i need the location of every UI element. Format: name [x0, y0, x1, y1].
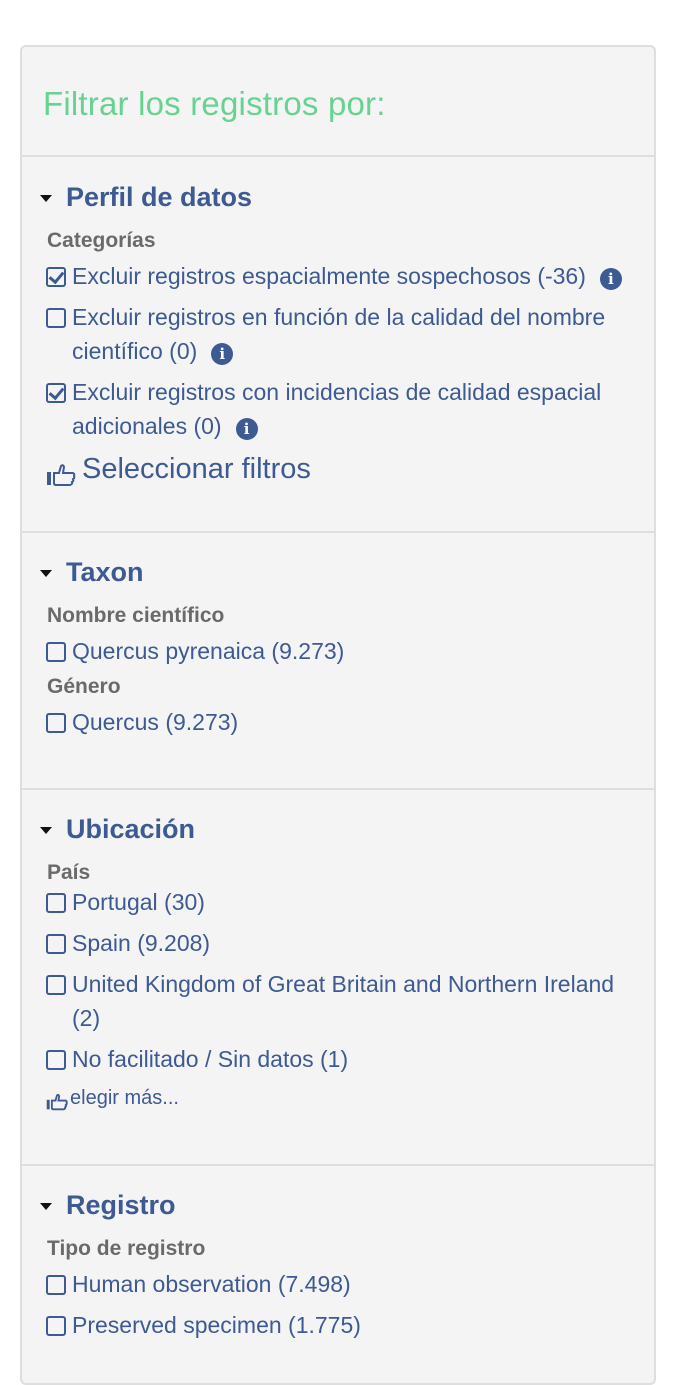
panel-header: Filtrar los registros por: [22, 47, 654, 157]
option-label: Quercus pyrenaica (9.273) [72, 638, 345, 664]
filter-option-united-kingdom[interactable]: United Kingdom of Great Britain and Nort… [22, 967, 654, 1035]
checkbox-icon[interactable] [46, 1275, 66, 1295]
caret-down-icon [40, 826, 52, 834]
section-toggle-taxon[interactable]: Taxon [22, 552, 654, 592]
filter-option-quercus-pyrenaica[interactable]: Quercus pyrenaica (9.273) [22, 634, 654, 668]
option-label: Portugal (30) [72, 889, 205, 915]
group-label-pais: País [47, 861, 91, 884]
filter-option-spatial-quality-issues[interactable]: Excluir registros con incidencias de cal… [22, 375, 654, 443]
group-label-categorias: Categorías [47, 229, 156, 252]
caret-down-icon [40, 569, 52, 577]
caret-down-icon [40, 194, 52, 202]
filter-option-spain[interactable]: Spain (9.208) [22, 926, 654, 960]
info-icon[interactable]: i [235, 418, 258, 440]
checkbox-icon[interactable] [46, 975, 66, 995]
filter-option-spatially-suspect[interactable]: Excluir registros espacialmente sospecho… [22, 259, 654, 293]
checkbox-checked-icon[interactable] [46, 267, 66, 287]
checkbox-checked-icon[interactable] [46, 383, 66, 403]
choose-more-label: elegir más... [70, 1087, 179, 1109]
select-filters-link[interactable]: Seleccionar filtros [22, 449, 654, 489]
filter-option-scientific-name-quality[interactable]: Excluir registros en función de la calid… [22, 300, 654, 368]
section-ubicacion: Ubicación País Portugal (30) Spain (9.20… [22, 790, 654, 1166]
option-label: No facilitado / Sin datos (1) [72, 1046, 349, 1072]
section-taxon: Taxon Nombre científico Quercus pyrenaic… [22, 533, 654, 790]
section-toggle-ubicacion[interactable]: Ubicación [22, 809, 654, 849]
checkbox-icon[interactable] [46, 893, 66, 913]
group-label-genero: Género [47, 675, 121, 698]
section-toggle-registro[interactable]: Registro [22, 1185, 654, 1225]
checkbox-icon[interactable] [46, 1316, 66, 1336]
filter-option-portugal[interactable]: Portugal (30) [22, 885, 654, 919]
hand-pointer-icon [46, 1090, 68, 1110]
caret-down-icon [40, 1202, 52, 1210]
option-label: United Kingdom of Great Britain and Nort… [72, 971, 615, 1031]
option-label: Spain (9.208) [72, 930, 211, 956]
choose-more-link[interactable]: elegir más... [22, 1083, 654, 1113]
checkbox-icon[interactable] [46, 934, 66, 954]
group-label-tipo-registro: Tipo de registro [47, 1237, 206, 1260]
hand-pointer-icon [46, 458, 76, 487]
checkbox-icon[interactable] [46, 1050, 66, 1070]
categories-list[interactable]: Excluir registros espacialmente sospecho… [22, 259, 654, 449]
checkbox-icon[interactable] [46, 713, 66, 733]
filter-panel: Filtrar los registros por: Perfil de dat… [20, 45, 656, 1385]
filter-option-no-data[interactable]: No facilitado / Sin datos (1) [22, 1042, 654, 1076]
option-label: Excluir registros en función de la calid… [72, 304, 606, 364]
select-filters-label: Seleccionar filtros [82, 453, 311, 485]
option-label: Quercus (9.273) [72, 709, 239, 735]
section-toggle-perfil[interactable]: Perfil de datos [22, 177, 654, 217]
filter-option-preserved-specimen[interactable]: Preserved specimen (1.775) [22, 1308, 654, 1342]
panel-title: Filtrar los registros por: [43, 85, 386, 122]
info-icon[interactable]: i [211, 343, 234, 365]
option-label: Preserved specimen (1.775) [72, 1312, 361, 1338]
checkbox-icon[interactable] [46, 642, 66, 662]
section-title: Registro [66, 1189, 176, 1220]
filter-option-quercus[interactable]: Quercus (9.273) [22, 705, 654, 739]
group-label-nombre-cientifico: Nombre científico [47, 604, 225, 627]
section-title: Perfil de datos [66, 181, 253, 212]
filter-option-human-observation[interactable]: Human observation (7.498) [22, 1267, 654, 1301]
section-registro: Registro Tipo de registro Human observat… [22, 1166, 654, 1342]
section-title: Taxon [66, 556, 144, 587]
section-title: Ubicación [66, 813, 196, 844]
checkbox-icon[interactable] [46, 308, 66, 328]
option-label: Human observation (7.498) [72, 1271, 351, 1297]
info-icon[interactable]: i [599, 268, 622, 290]
section-perfil-datos: Perfil de datos Categorías Excluir regis… [22, 157, 654, 533]
option-label: Excluir registros con incidencias de cal… [72, 379, 602, 439]
option-label: Excluir registros espacialmente sospecho… [72, 263, 586, 289]
